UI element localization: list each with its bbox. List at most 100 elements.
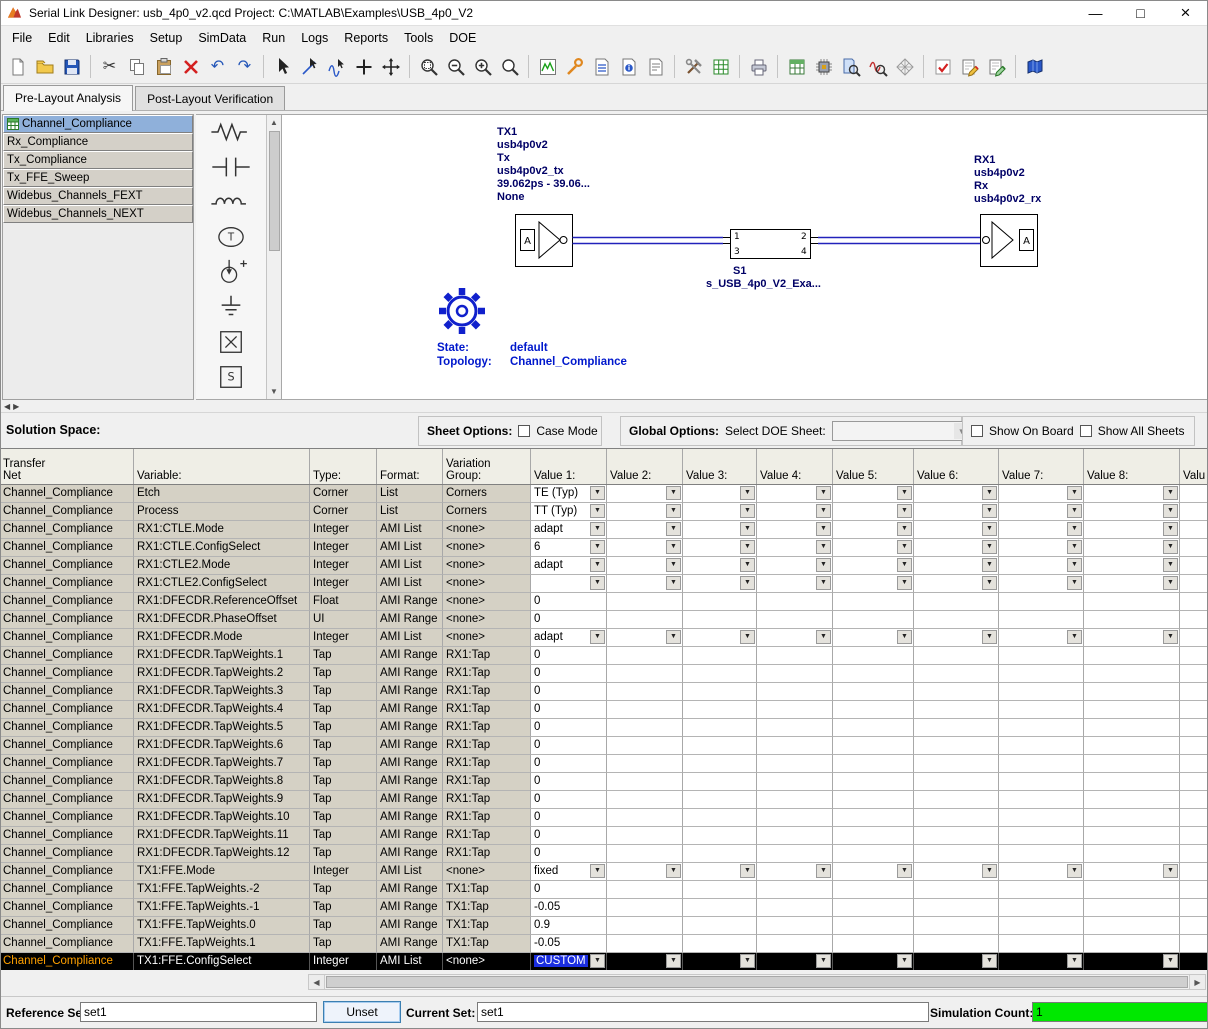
value-cell-4[interactable] bbox=[757, 809, 833, 827]
value-cell-3[interactable] bbox=[683, 593, 757, 611]
value-cell-4[interactable]: ▼ bbox=[757, 539, 833, 557]
scrollbar-thumb[interactable] bbox=[269, 131, 280, 251]
value-cell-3[interactable]: ▼ bbox=[683, 521, 757, 539]
value-cell-4[interactable] bbox=[757, 935, 833, 953]
table-row[interactable]: Channel_ComplianceTX1:FFE.TapWeights.-1T… bbox=[0, 899, 1208, 917]
value-cell-9[interactable]: ▼ bbox=[1180, 575, 1208, 593]
value-cell-6[interactable]: ▼ bbox=[914, 575, 999, 593]
chip-view-icon[interactable] bbox=[810, 54, 837, 80]
value-cell-4[interactable]: ▼ bbox=[757, 503, 833, 521]
dropdown-button[interactable]: ▼ bbox=[897, 522, 912, 536]
value-cell-5[interactable] bbox=[833, 665, 914, 683]
dropdown-button[interactable]: ▼ bbox=[740, 504, 755, 518]
probe-waveform-icon[interactable] bbox=[323, 54, 350, 80]
paste-icon[interactable] bbox=[150, 54, 177, 80]
dropdown-button[interactable]: ▼ bbox=[816, 864, 831, 878]
move-icon[interactable] bbox=[377, 54, 404, 80]
value-cell-7[interactable]: ▼ bbox=[999, 485, 1084, 503]
value-cell-2[interactable] bbox=[607, 683, 683, 701]
dropdown-button[interactable]: ▼ bbox=[982, 504, 997, 518]
value-cell-5[interactable] bbox=[833, 899, 914, 917]
dropdown-button[interactable]: ▼ bbox=[590, 630, 605, 644]
table-row[interactable]: Channel_ComplianceRX1:CTLE.ConfigSelectI… bbox=[0, 539, 1208, 557]
scrollbar-thumb[interactable] bbox=[326, 976, 1188, 988]
copy-icon[interactable] bbox=[123, 54, 150, 80]
value-cell-5[interactable] bbox=[833, 809, 914, 827]
table-row[interactable]: Channel_ComplianceRX1:DFECDR.TapWeights.… bbox=[0, 737, 1208, 755]
value-cell-4[interactable] bbox=[757, 701, 833, 719]
value-cell-8[interactable] bbox=[1084, 845, 1180, 863]
value-cell-1[interactable]: 0 bbox=[531, 845, 607, 863]
value-cell-8[interactable]: ▼ bbox=[1084, 503, 1180, 521]
value-cell-6[interactable]: ▼ bbox=[914, 485, 999, 503]
table-row[interactable]: Channel_ComplianceTX1:FFE.ModeIntegerAMI… bbox=[0, 863, 1208, 881]
value-cell-2[interactable] bbox=[607, 917, 683, 935]
value-cell-7[interactable]: ▼ bbox=[999, 557, 1084, 575]
report-table-icon[interactable] bbox=[588, 54, 615, 80]
value-cell-5[interactable]: ▼ bbox=[833, 575, 914, 593]
value-cell-1[interactable]: fixed▼ bbox=[531, 863, 607, 881]
value-cell-6[interactable] bbox=[914, 647, 999, 665]
value-cell-1[interactable]: 0 bbox=[531, 593, 607, 611]
value-cell-6[interactable] bbox=[914, 719, 999, 737]
scroll-up-icon[interactable]: ▲ bbox=[267, 115, 282, 130]
dropdown-button[interactable]: ▼ bbox=[666, 504, 681, 518]
tx-symbol[interactable]: A bbox=[516, 215, 573, 267]
minimize-button[interactable]: — bbox=[1073, 0, 1118, 25]
value-cell-6[interactable]: ▼ bbox=[914, 953, 999, 970]
table-row[interactable]: Channel_ComplianceRX1:DFECDR.TapWeights.… bbox=[0, 647, 1208, 665]
open-file-icon[interactable] bbox=[31, 54, 58, 80]
show-on-board-checkbox[interactable] bbox=[971, 425, 983, 437]
value-cell-6[interactable] bbox=[914, 665, 999, 683]
case-mode-checkbox[interactable] bbox=[518, 425, 530, 437]
x-block-symbol-icon[interactable] bbox=[200, 326, 262, 360]
inductor-symbol-icon[interactable] bbox=[200, 186, 262, 220]
dropdown-button[interactable]: ▼ bbox=[1067, 504, 1082, 518]
menu-item-tools[interactable]: Tools bbox=[396, 28, 441, 48]
dropdown-button[interactable]: ▼ bbox=[666, 522, 681, 536]
value-cell-1[interactable]: -0.05 bbox=[531, 899, 607, 917]
value-cell-3[interactable] bbox=[683, 701, 757, 719]
value-cell-9[interactable]: ▼ bbox=[1180, 629, 1208, 647]
value-cell-9[interactable] bbox=[1180, 791, 1208, 809]
value-cell-2[interactable] bbox=[607, 809, 683, 827]
value-cell-8[interactable] bbox=[1084, 935, 1180, 953]
value-cell-3[interactable]: ▼ bbox=[683, 503, 757, 521]
dropdown-button[interactable]: ▼ bbox=[897, 630, 912, 644]
value-cell-8[interactable] bbox=[1084, 683, 1180, 701]
validate-icon[interactable] bbox=[929, 54, 956, 80]
value-cell-6[interactable] bbox=[914, 593, 999, 611]
dropdown-button[interactable]: ▼ bbox=[982, 486, 997, 500]
menu-item-setup[interactable]: Setup bbox=[142, 28, 191, 48]
dropdown-button[interactable]: ▼ bbox=[1067, 864, 1082, 878]
menu-item-file[interactable]: File bbox=[4, 28, 40, 48]
menu-item-libraries[interactable]: Libraries bbox=[78, 28, 142, 48]
dropdown-button[interactable]: ▼ bbox=[897, 864, 912, 878]
value-cell-2[interactable]: ▼ bbox=[607, 629, 683, 647]
dropdown-button[interactable]: ▼ bbox=[740, 540, 755, 554]
dropdown-button[interactable]: ▼ bbox=[816, 630, 831, 644]
value-cell-6[interactable] bbox=[914, 773, 999, 791]
value-cell-9[interactable] bbox=[1180, 827, 1208, 845]
table-row[interactable]: Channel_ComplianceRX1:CTLE2.ModeIntegerA… bbox=[0, 557, 1208, 575]
value-cell-2[interactable] bbox=[607, 647, 683, 665]
value-cell-9[interactable] bbox=[1180, 647, 1208, 665]
value-cell-5[interactable] bbox=[833, 611, 914, 629]
capacitor-symbol-icon[interactable] bbox=[200, 151, 262, 185]
value-cell-9[interactable]: ▼ bbox=[1180, 539, 1208, 557]
network-tuner-icon[interactable] bbox=[561, 54, 588, 80]
value-cell-3[interactable] bbox=[683, 917, 757, 935]
value-cell-8[interactable] bbox=[1084, 827, 1180, 845]
value-cell-3[interactable]: ▼ bbox=[683, 557, 757, 575]
find-document-icon[interactable] bbox=[837, 54, 864, 80]
value-cell-8[interactable]: ▼ bbox=[1084, 539, 1180, 557]
value-cell-4[interactable] bbox=[757, 791, 833, 809]
probe-symbol-icon[interactable] bbox=[200, 256, 262, 290]
dropdown-button[interactable]: ▼ bbox=[590, 540, 605, 554]
value-cell-5[interactable] bbox=[833, 719, 914, 737]
value-cell-8[interactable]: ▼ bbox=[1084, 557, 1180, 575]
value-cell-2[interactable] bbox=[607, 845, 683, 863]
edit-sheet-icon[interactable] bbox=[956, 54, 983, 80]
value-cell-4[interactable]: ▼ bbox=[757, 521, 833, 539]
table-row[interactable]: Channel_ComplianceTX1:FFE.ConfigSelectIn… bbox=[0, 953, 1208, 970]
